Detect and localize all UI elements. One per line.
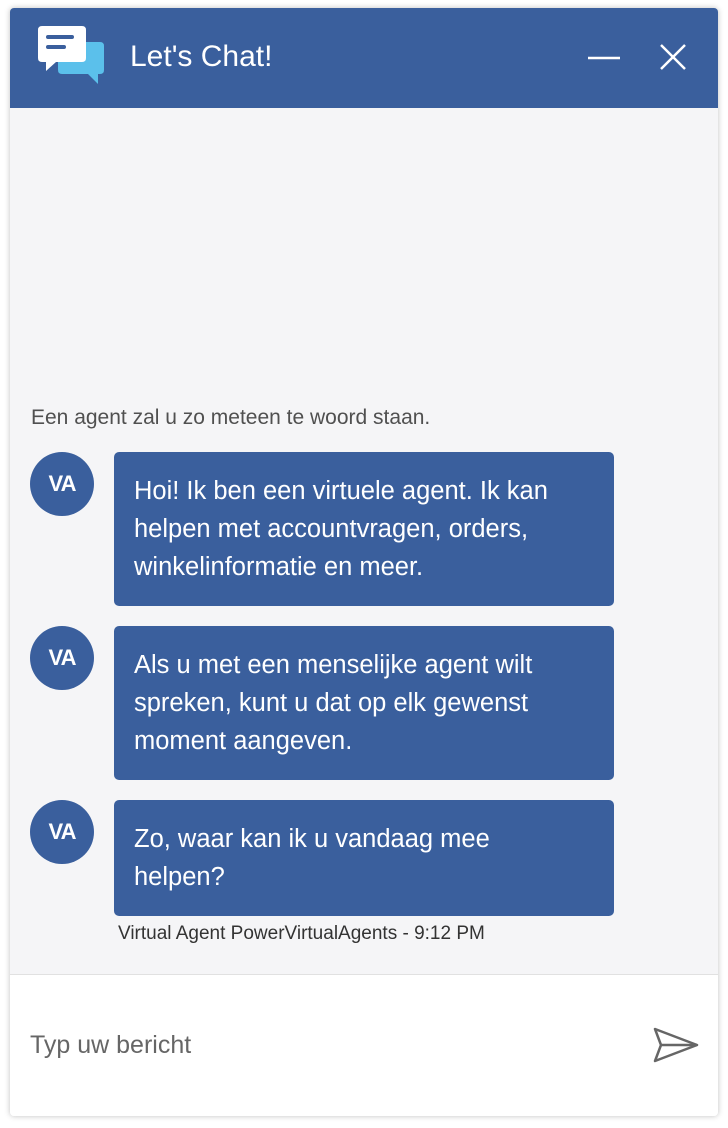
agent-message-bubble: Zo, waar kan ik u vandaag mee helpen?: [114, 800, 614, 916]
system-note: Een agent zal u zo meteen te woord staan…: [31, 406, 431, 429]
chat-header: Let's Chat!: [10, 8, 718, 108]
minimize-icon[interactable]: [582, 36, 626, 80]
message-line: helpen?: [134, 863, 225, 891]
chat-title: Let's Chat!: [130, 40, 273, 73]
message-input[interactable]: [30, 1025, 630, 1065]
agent-avatar: VA: [30, 800, 94, 864]
send-icon[interactable]: [650, 1023, 702, 1067]
message-timestamp: Virtual Agent PowerVirtualAgents - 9:12 …: [118, 923, 485, 944]
chat-bubbles-icon: [38, 26, 104, 84]
chat-window: Let's Chat! Een agent zal u zo meteen te…: [10, 8, 718, 1116]
message-line: helpen met accountvragen, orders,: [134, 515, 529, 543]
message-line: Hoi! Ik ben een virtuele agent. Ik kan: [134, 477, 548, 505]
agent-message-bubble: Als u met een menselijke agent wilt spre…: [114, 626, 614, 780]
message-line: spreken, kunt u dat op elk gewenst: [134, 689, 529, 717]
message-line: Als u met een menselijke agent wilt: [134, 651, 533, 679]
message-line: moment aangeven.: [134, 727, 353, 755]
message-line: Zo, waar kan ik u vandaag mee: [134, 825, 490, 853]
message-composer: [10, 974, 718, 1116]
agent-message-bubble: Hoi! Ik ben een virtuele agent. Ik kan h…: [114, 452, 614, 606]
agent-avatar: VA: [30, 452, 94, 516]
message-line: winkelinformatie en meer.: [134, 553, 424, 581]
agent-avatar: VA: [30, 626, 94, 690]
message-list: Een agent zal u zo meteen te woord staan…: [10, 108, 718, 974]
close-icon[interactable]: [652, 36, 696, 80]
